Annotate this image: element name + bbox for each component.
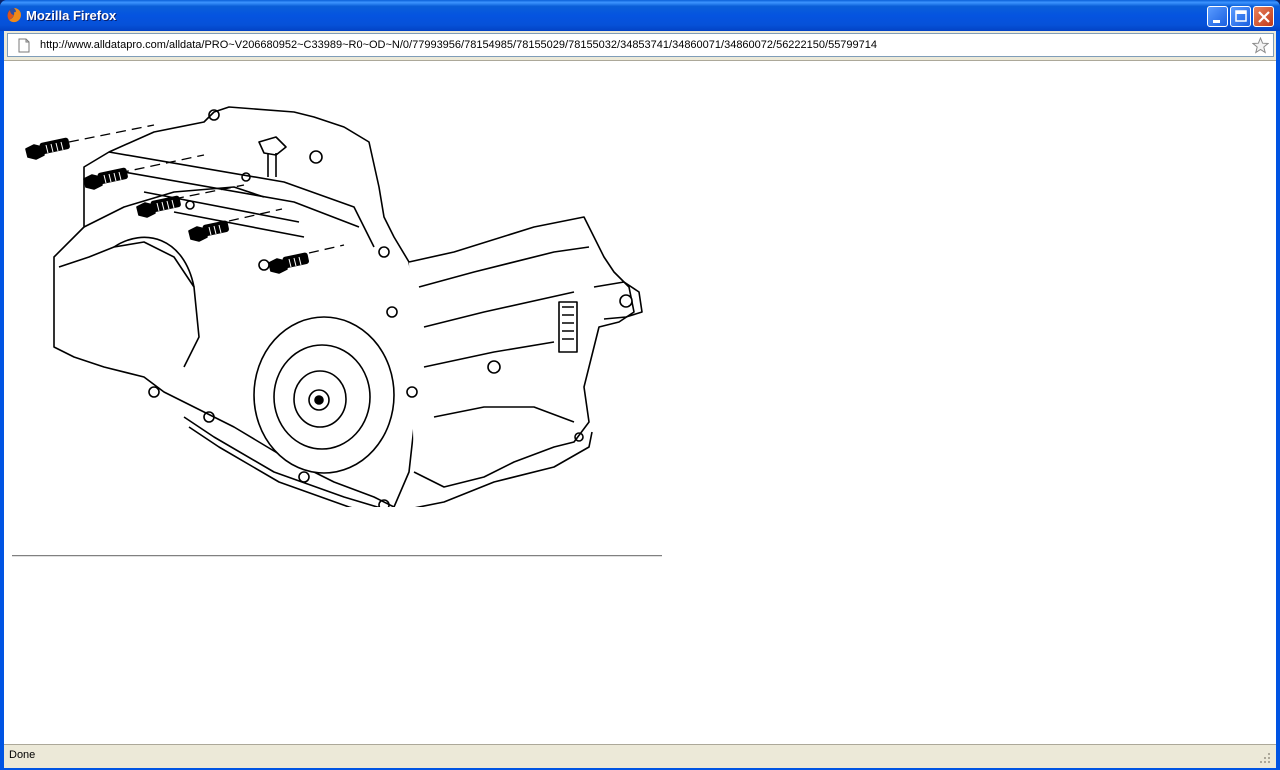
title-bar[interactable]: Mozilla Firefox bbox=[0, 0, 1280, 31]
horizontal-rule bbox=[12, 555, 662, 557]
close-button[interactable] bbox=[1253, 6, 1274, 27]
url-bar[interactable]: http://www.alldatapro.com/alldata/PRO~V2… bbox=[7, 33, 1274, 57]
firefox-icon bbox=[7, 8, 22, 23]
maximize-icon bbox=[1235, 10, 1247, 22]
browser-frame: http://www.alldatapro.com/alldata/PRO~V2… bbox=[4, 31, 1276, 768]
close-icon bbox=[1258, 11, 1270, 23]
page-icon bbox=[18, 38, 30, 53]
minimize-button[interactable] bbox=[1207, 6, 1228, 27]
bookmark-star-icon[interactable] bbox=[1252, 37, 1269, 54]
window-title: Mozilla Firefox bbox=[26, 8, 117, 23]
resize-grip-icon[interactable] bbox=[1259, 752, 1271, 764]
status-bar: Done bbox=[4, 744, 1276, 768]
minimize-icon bbox=[1213, 20, 1220, 23]
url-text[interactable]: http://www.alldatapro.com/alldata/PRO~V2… bbox=[40, 39, 877, 51]
maximize-button[interactable] bbox=[1230, 6, 1251, 27]
status-text: Done bbox=[9, 749, 36, 761]
transmission-illustration bbox=[25, 106, 643, 507]
page-content bbox=[4, 60, 1276, 744]
browser-window: Mozilla Firefox http://www.alldatapro.co… bbox=[0, 0, 1280, 770]
